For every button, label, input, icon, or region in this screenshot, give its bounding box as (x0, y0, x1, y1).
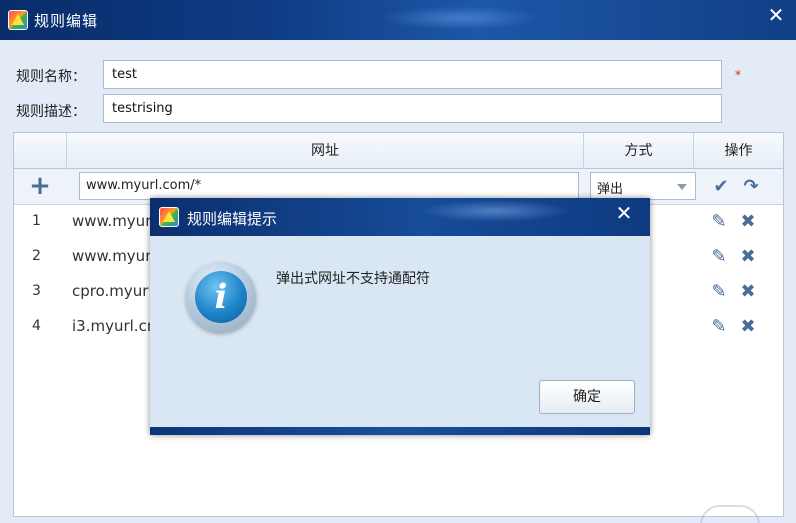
dialog-bottom-bar (150, 427, 650, 435)
edit-pencil-icon[interactable]: ✎ (708, 246, 730, 268)
dialog-warning-icon (159, 207, 179, 227)
url-input[interactable]: www.myurl.com/* (79, 172, 579, 200)
delete-x-icon[interactable]: ✖ (737, 211, 759, 233)
delete-x-icon[interactable]: ✖ (737, 246, 759, 268)
warning-triangle-shape (163, 211, 175, 222)
row-number: 2 (32, 248, 41, 264)
info-icon: i (186, 262, 256, 332)
header-blank (14, 133, 66, 169)
row-number: 1 (32, 213, 41, 229)
row-url: i3.myurl.cn (72, 317, 157, 335)
window-titlebar: 规则编辑 ✕ (0, 0, 796, 40)
edit-pencil-icon[interactable]: ✎ (708, 281, 730, 303)
rule-desc-label: 规则描述： (16, 104, 86, 120)
dialog-title: 规则编辑提示 (187, 210, 278, 228)
delete-x-icon[interactable]: ✖ (737, 281, 759, 303)
alert-dialog: 规则编辑提示 ✕ i 弹出式网址不支持通配符 确定 (150, 198, 650, 435)
window-title: 规则编辑 (34, 12, 99, 30)
mode-select[interactable]: 弹出 (590, 172, 696, 200)
header-ops: 操作 (693, 133, 783, 169)
warning-triangle-shape (12, 14, 24, 25)
window-close-button[interactable]: ✕ (758, 2, 794, 30)
row-url: www.myurl (72, 247, 156, 265)
redo-icon[interactable]: ↷ (740, 176, 762, 198)
rule-desc-input[interactable]: testrising (103, 94, 722, 123)
dialog-message: 弹出式网址不支持通配符 (276, 271, 430, 287)
chevron-down-icon (677, 184, 687, 190)
mode-select-value: 弹出 (597, 182, 624, 197)
header-url: 网址 (66, 133, 583, 169)
dialog-titlebar-glow (420, 200, 570, 222)
app-warning-icon (8, 10, 28, 30)
dialog-titlebar: 规则编辑提示 ✕ (150, 198, 650, 236)
row-url: cpro.myur (72, 282, 149, 300)
confirm-check-icon[interactable]: ✔ (710, 176, 732, 198)
header-mode: 方式 (583, 133, 693, 169)
rule-name-label: 规则名称： (16, 69, 86, 85)
row-number: 4 (32, 318, 41, 334)
edit-pencil-icon[interactable]: ✎ (708, 316, 730, 338)
delete-x-icon[interactable]: ✖ (737, 316, 759, 338)
required-marker: * (735, 68, 741, 82)
table-header: 网址 方式 操作 (14, 133, 783, 169)
row-number: 3 (32, 283, 41, 299)
info-icon-glyph: i (195, 271, 247, 323)
dialog-close-button[interactable]: ✕ (607, 201, 641, 227)
ok-button[interactable]: 确定 (539, 380, 635, 414)
rule-name-input[interactable]: test (103, 60, 722, 89)
edit-pencil-icon[interactable]: ✎ (708, 211, 730, 233)
watermark-logo (700, 505, 760, 523)
titlebar-glow (380, 6, 540, 30)
row-url: www.myurl (72, 212, 156, 230)
add-rule-button[interactable]: + (29, 173, 51, 199)
